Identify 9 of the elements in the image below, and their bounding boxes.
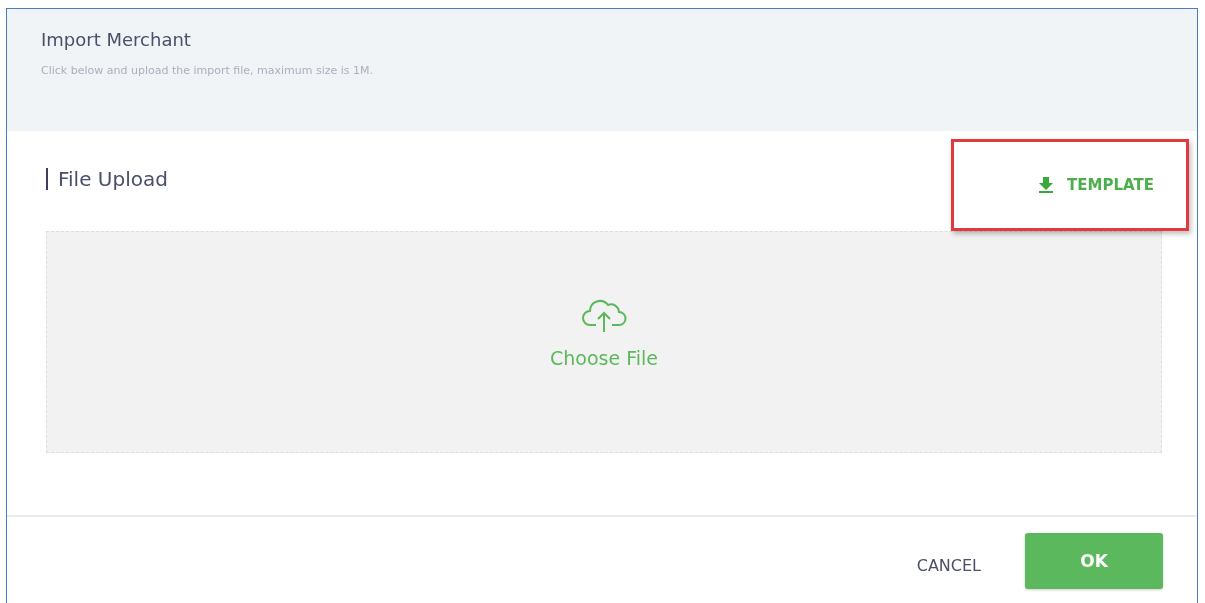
- ok-button[interactable]: OK: [1025, 533, 1163, 589]
- cancel-button[interactable]: CANCEL: [916, 555, 981, 575]
- dialog-title: Import Merchant: [41, 29, 192, 50]
- template-link[interactable]: TEMPLATE: [1039, 176, 1154, 194]
- upload-dropzone[interactable]: Choose File: [46, 231, 1162, 453]
- section-title: File Upload: [46, 168, 168, 190]
- dialog-subtitle: Click below and upload the import file, maximum size is 1M.: [41, 64, 374, 77]
- choose-file-label: Choose File: [550, 347, 658, 369]
- download-icon: [1039, 177, 1054, 193]
